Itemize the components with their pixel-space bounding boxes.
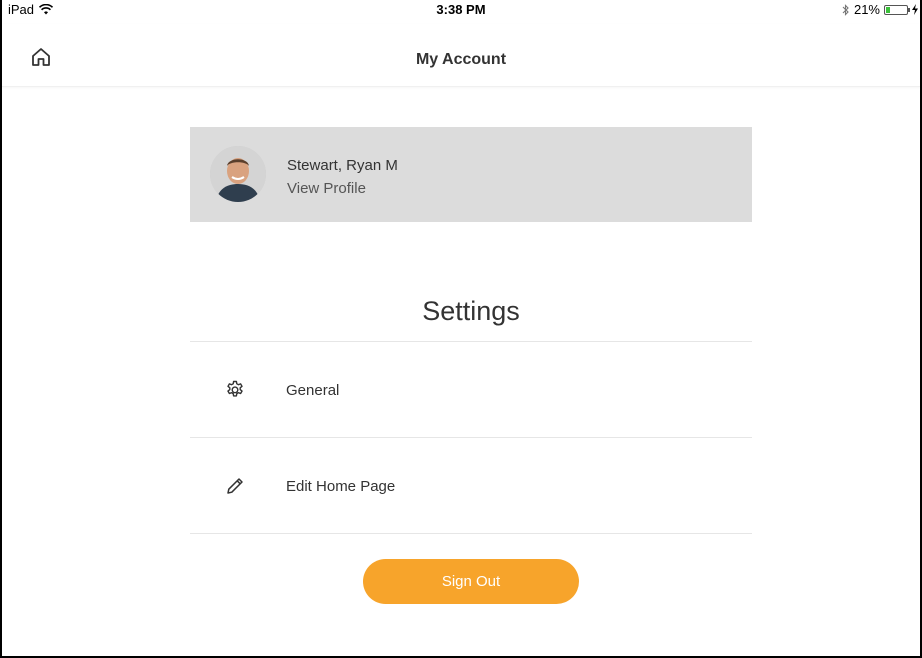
app-screen: iPad 3:38 PM 21% My Account Stewart, Rya… bbox=[0, 0, 922, 658]
nav-bar: My Account bbox=[2, 24, 920, 87]
battery-icon bbox=[884, 4, 910, 15]
gear-icon bbox=[227, 380, 243, 397]
pencil-icon bbox=[227, 478, 243, 494]
avatar bbox=[210, 146, 266, 202]
settings-item-general[interactable]: General bbox=[190, 342, 752, 438]
battery-level-fill bbox=[886, 6, 890, 13]
settings-item-label: Edit Home Page bbox=[286, 478, 396, 495]
settings-item-edit-home-page[interactable]: Edit Home Page bbox=[190, 438, 752, 534]
sign-out-button[interactable]: Sign Out bbox=[363, 559, 579, 604]
status-time: 3:38 PM bbox=[436, 2, 486, 17]
profile-card[interactable]: Stewart, Ryan M View Profile bbox=[190, 127, 752, 222]
status-right: 21% bbox=[842, 2, 918, 17]
status-bar: iPad 3:38 PM 21% bbox=[2, 0, 920, 18]
page-title: My Account bbox=[415, 51, 507, 68]
bluetooth-icon bbox=[842, 3, 849, 16]
profile-name: Stewart, Ryan M bbox=[287, 157, 398, 174]
battery-tip bbox=[908, 7, 910, 12]
settings-list: General Edit Home Page bbox=[190, 341, 752, 534]
avatar-photo bbox=[210, 146, 266, 202]
settings-item-label: General bbox=[286, 382, 340, 399]
battery-percent: 21% bbox=[853, 2, 880, 17]
settings-heading: Settings bbox=[422, 296, 520, 326]
view-profile-link[interactable]: View Profile bbox=[287, 180, 366, 197]
charging-icon bbox=[912, 4, 918, 15]
